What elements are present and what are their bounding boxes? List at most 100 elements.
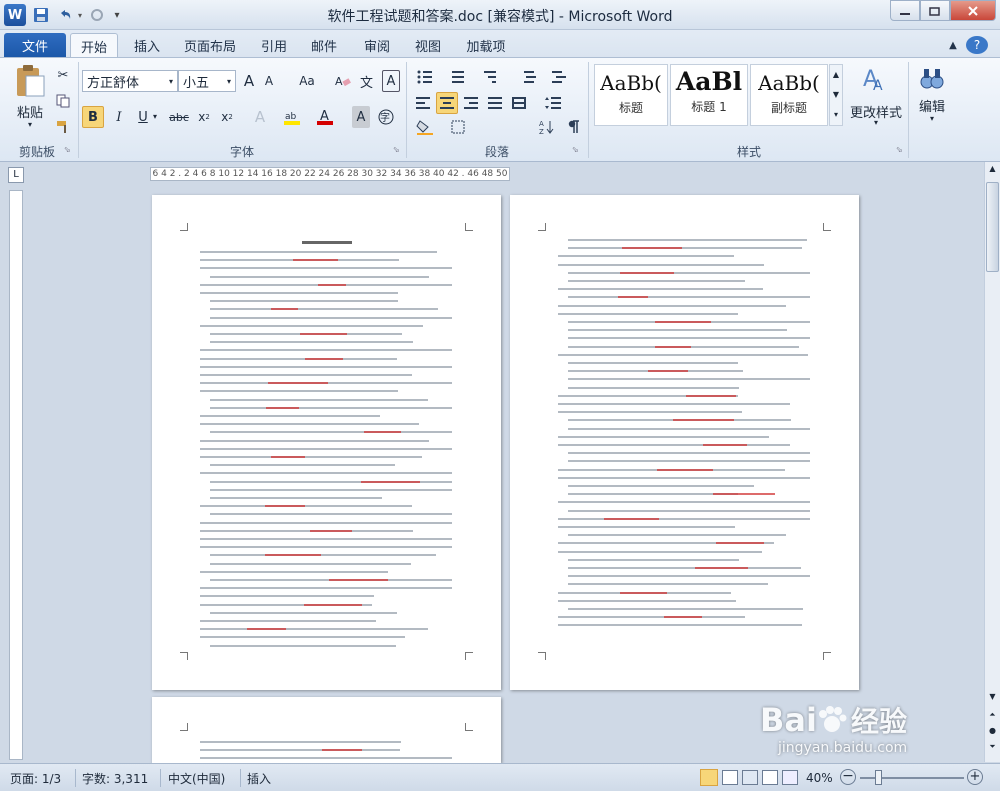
tab-review[interactable]: 审阅 [355, 33, 399, 58]
styles-scroll[interactable]: ▲ ▼ ▾ [829, 64, 843, 126]
distribute-icon[interactable] [508, 92, 530, 114]
document-text-line [568, 239, 807, 241]
clipboard-launcher-icon[interactable]: ⬂ [64, 145, 71, 154]
tab-view[interactable]: 视图 [406, 33, 450, 58]
tab-selector-icon[interactable]: L [8, 167, 24, 183]
align-center-icon[interactable] [436, 92, 458, 114]
sort-icon[interactable]: AZ [536, 116, 558, 138]
document-text-line [200, 456, 422, 458]
clear-format-icon[interactable]: A [334, 70, 352, 92]
show-marks-icon[interactable] [564, 116, 584, 138]
paste-button[interactable]: 粘贴 ▾ [8, 64, 52, 129]
bold-button[interactable]: B [82, 106, 104, 128]
change-case-button[interactable]: Aa [294, 70, 320, 92]
borders-icon[interactable] [446, 116, 470, 138]
enclose-char-icon[interactable]: 字 [376, 106, 396, 128]
status-insert-mode[interactable]: 插入 [247, 770, 271, 786]
undo-icon[interactable] [55, 5, 75, 25]
format-painter-icon[interactable] [54, 116, 72, 138]
superscript-button[interactable]: x2 [218, 106, 236, 128]
status-page[interactable]: 页面: 1/3 [10, 770, 61, 786]
numbering-button[interactable] [448, 66, 476, 88]
italic-button[interactable]: I [110, 106, 128, 128]
change-styles-button[interactable]: AA 更改样式 ▾ [848, 64, 904, 134]
tab-page-layout[interactable]: 页面布局 [175, 33, 245, 58]
save-icon[interactable] [31, 5, 51, 25]
restore-button[interactable] [920, 0, 950, 21]
document-text-line [200, 538, 452, 540]
zoom-level[interactable]: 40% [806, 770, 833, 786]
copy-icon[interactable] [54, 90, 72, 112]
increase-indent-button[interactable] [548, 66, 572, 88]
document-page-3[interactable] [152, 697, 501, 763]
tab-home[interactable]: 开始 [70, 33, 118, 58]
status-word-count[interactable]: 字数: 3,311 [82, 770, 148, 786]
svg-text:A: A [873, 78, 883, 94]
underline-button[interactable]: U [134, 106, 152, 128]
undo-dropdown-icon[interactable]: ▾ [75, 5, 85, 25]
font-name-combo[interactable]: 方正舒体 ▾ [82, 70, 178, 92]
document-page-2[interactable] [510, 195, 859, 690]
chevron-down-icon[interactable]: ▾ [153, 112, 157, 121]
strikethrough-button[interactable]: abc [166, 106, 192, 128]
editing-button[interactable]: 编辑 ▾ [912, 64, 952, 134]
help-icon[interactable]: ? [966, 36, 988, 54]
minimize-button[interactable] [890, 0, 920, 21]
word-logo-icon[interactable]: W [4, 4, 26, 26]
zoom-in-icon[interactable]: + [967, 769, 983, 785]
line-spacing-icon[interactable] [540, 92, 566, 114]
font-size-combo[interactable]: 小五 ▾ [178, 70, 236, 92]
scroll-up-icon[interactable]: ▲ [986, 164, 999, 178]
svg-text:ab: ab [285, 112, 297, 122]
style-heading-1[interactable]: AaBl 标题 1 [670, 64, 748, 126]
bullets-button[interactable] [412, 66, 440, 88]
document-page-1[interactable] [152, 195, 501, 690]
paragraph-launcher-icon[interactable]: ⬂ [572, 145, 579, 154]
font-launcher-icon[interactable]: ⬂ [393, 145, 400, 154]
shading-icon[interactable] [412, 116, 438, 138]
tab-file[interactable]: 文件 [4, 33, 66, 58]
decrease-indent-button[interactable] [520, 66, 544, 88]
draft-view-icon[interactable] [782, 770, 798, 785]
scroll-thumb[interactable] [986, 182, 999, 272]
zoom-out-icon[interactable]: − [840, 769, 856, 785]
redo-icon[interactable] [87, 5, 107, 25]
print-layout-view-icon[interactable] [700, 769, 718, 786]
outline-view-icon[interactable] [762, 770, 778, 785]
tab-addins[interactable]: 加载项 [457, 33, 515, 58]
align-right-icon[interactable] [460, 92, 482, 114]
shrink-font-button[interactable]: A [261, 70, 277, 92]
zoom-slider-thumb[interactable] [875, 770, 882, 785]
text-effects-icon[interactable]: A [250, 106, 270, 128]
document-text-line [200, 439, 429, 442]
status-language[interactable]: 中文(中国) [168, 770, 225, 786]
highlight-icon[interactable]: ab [282, 106, 302, 128]
cut-icon[interactable]: ✂ [54, 64, 72, 86]
phonetic-guide-icon[interactable]: 文 [358, 70, 376, 92]
styles-launcher-icon[interactable]: ⬂ [896, 145, 903, 154]
ribbon-minimize-icon[interactable]: ▲ [945, 33, 961, 58]
font-color-icon[interactable]: A [315, 106, 335, 128]
justify-icon[interactable] [484, 92, 506, 114]
web-layout-view-icon[interactable] [742, 770, 758, 785]
tab-mailings[interactable]: 邮件 [302, 33, 346, 58]
grow-font-button[interactable]: A [240, 70, 258, 92]
tab-references[interactable]: 引用 [252, 33, 296, 58]
style-title[interactable]: AaBb( 标题 [594, 64, 668, 126]
full-screen-view-icon[interactable] [722, 770, 738, 785]
tab-insert[interactable]: 插入 [125, 33, 169, 58]
style-subtitle[interactable]: AaBb( 副标题 [750, 64, 828, 126]
horizontal-ruler[interactable]: 6 4 2 . 2 4 6 8 10 12 14 16 18 20 22 24 … [150, 167, 510, 181]
vertical-scrollbar[interactable]: ▲ ▼ ⏶ ● ⏷ [984, 162, 1000, 762]
multilevel-list-button[interactable] [480, 66, 508, 88]
vertical-ruler[interactable] [9, 190, 23, 760]
document-text-line [200, 447, 452, 450]
svg-text:字: 字 [380, 111, 390, 124]
close-button[interactable] [950, 0, 996, 21]
customize-icon[interactable]: ▾ [110, 5, 124, 25]
subscript-button[interactable]: x2 [195, 106, 213, 128]
align-left-icon[interactable] [412, 92, 434, 114]
char-border-icon[interactable]: A [382, 70, 400, 92]
document-text-line [568, 583, 768, 586]
char-shading-icon[interactable]: A [352, 106, 370, 128]
